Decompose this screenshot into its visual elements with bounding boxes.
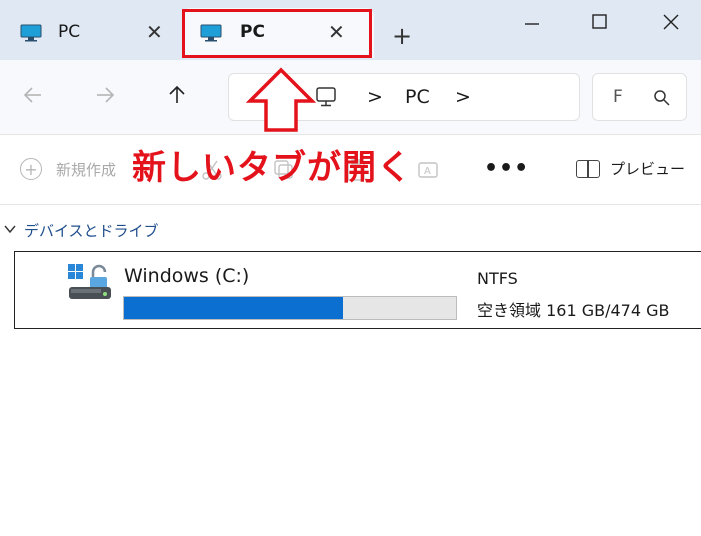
- preview-label: プレビュー: [610, 160, 686, 178]
- new-button[interactable]: + 新規作成: [20, 158, 116, 180]
- svg-text:A: A: [424, 166, 431, 177]
- filesystem-label: NTFS: [477, 269, 518, 288]
- breadcrumb-pc[interactable]: PC: [405, 86, 430, 108]
- preview-button[interactable]: プレビュー: [576, 158, 685, 179]
- section-header[interactable]: デバイスとドライブ: [4, 220, 159, 241]
- search-icon[interactable]: [653, 89, 671, 107]
- drive-item-c[interactable]: Windows (C:) NTFS 空き領域 161 GB/474 GB: [14, 251, 701, 329]
- preview-pane-icon: [576, 159, 600, 178]
- navigation-bar: > PC > F: [0, 60, 701, 135]
- free-space-label: 空き領域 161 GB/474 GB: [477, 301, 670, 320]
- breadcrumb-separator[interactable]: >: [367, 86, 383, 108]
- new-button-label: 新規作成: [56, 160, 117, 179]
- annotation-text: 新しいタブが開く: [132, 148, 412, 188]
- drive-icon: [68, 264, 111, 299]
- breadcrumb-separator[interactable]: >: [455, 86, 471, 108]
- minimize-icon[interactable]: [512, 8, 552, 36]
- tab-pc-1[interactable]: PC ✕: [0, 8, 180, 58]
- maximize-icon[interactable]: [580, 8, 620, 36]
- drive-name: Windows (C:): [124, 265, 250, 287]
- monitor-icon: [20, 24, 42, 42]
- computer-icon: [316, 87, 336, 107]
- tab-close-icon[interactable]: ✕: [146, 20, 163, 44]
- search-placeholder: F: [613, 87, 623, 107]
- chevron-down-icon: [4, 223, 16, 238]
- forward-icon[interactable]: [92, 82, 118, 108]
- plus-icon: +: [20, 158, 42, 180]
- new-tab-button[interactable]: +: [392, 22, 412, 50]
- up-icon[interactable]: [164, 82, 190, 108]
- usage-bar-fill: [124, 297, 344, 319]
- highlight-box: [182, 9, 372, 58]
- annotation-arrow-icon: [246, 67, 316, 132]
- usage-bar: [123, 296, 457, 320]
- search-box[interactable]: F: [592, 73, 687, 121]
- rename-icon[interactable]: A: [416, 158, 440, 182]
- close-icon[interactable]: [651, 8, 691, 36]
- more-options-button[interactable]: •••: [484, 156, 529, 181]
- back-icon[interactable]: [20, 82, 46, 108]
- section-title: デバイスとドライブ: [24, 222, 159, 240]
- tab-label: PC: [58, 22, 81, 42]
